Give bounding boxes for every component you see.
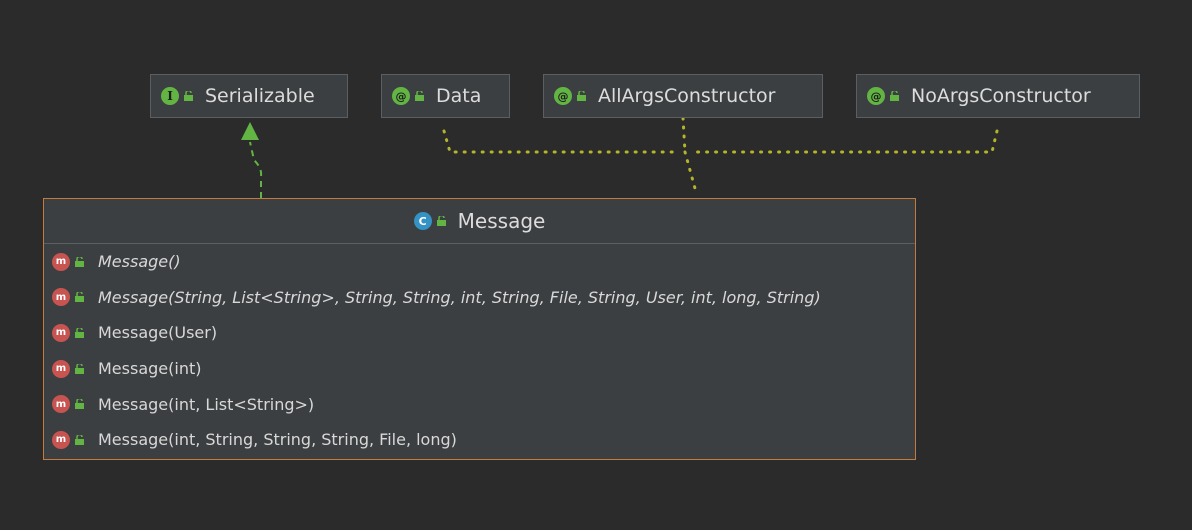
method-row[interactable]: m Message(User) [44, 315, 915, 351]
noargsconstructor-annotation-box[interactable]: @ NoArgsConstructor [856, 74, 1140, 118]
noargs-annotation-link [688, 129, 999, 154]
serializable-interface-box[interactable]: I Serializable [150, 74, 348, 118]
annotation-name: Data [436, 85, 482, 107]
interface-name: Serializable [205, 85, 315, 107]
method-icon: m [52, 359, 70, 378]
message-annotation-link [683, 150, 698, 194]
method-signature: Message(int, List<String>) [98, 394, 315, 414]
class-icon: C [413, 212, 432, 230]
allargs-annotation-link [681, 116, 687, 154]
public-lock-icon [436, 216, 446, 226]
public-lock-icon [75, 434, 84, 445]
public-lock-icon [890, 91, 899, 101]
public-lock-icon [184, 91, 193, 101]
method-row[interactable]: m Message(int, List<String>) [44, 386, 915, 422]
method-icon: m [52, 430, 70, 449]
method-icon: m [52, 395, 70, 414]
public-lock-icon [75, 327, 84, 338]
annotation-links [442, 116, 999, 194]
data-annotation-link [442, 129, 682, 154]
class-header: C Message [44, 199, 915, 244]
method-icon: m [52, 252, 70, 271]
method-row[interactable]: m Message(int) [44, 351, 915, 387]
method-signature: Message() [98, 252, 181, 272]
method-signature: Message(User) [98, 323, 218, 343]
method-icon: m [52, 288, 70, 307]
method-signature: Message(int, String, String, String, Fil… [98, 430, 457, 450]
annotation-icon: @ [867, 87, 885, 105]
method-icon: m [52, 323, 70, 342]
public-lock-icon [75, 399, 84, 410]
method-row[interactable]: m Message(String, List<String>, String, S… [44, 280, 915, 316]
data-annotation-box[interactable]: @ Data [381, 74, 510, 118]
method-signature: Message(String, List<String>, String, St… [98, 287, 821, 307]
method-signature: Message(int) [98, 359, 202, 379]
method-row[interactable]: m Message(int, String, String, String, Fi… [44, 422, 915, 458]
class-name: Message [457, 209, 546, 233]
public-lock-icon [75, 363, 84, 374]
public-lock-icon [415, 91, 424, 101]
annotation-icon: @ [554, 87, 572, 105]
interface-icon: I [161, 87, 179, 105]
public-lock-icon [75, 256, 84, 267]
implements-arrow-line [249, 141, 263, 198]
public-lock-icon [577, 91, 586, 101]
method-list: m Message() m Message(String, List<String>,… [44, 244, 915, 458]
annotation-name: NoArgsConstructor [911, 85, 1091, 107]
public-lock-icon [75, 292, 84, 303]
annotation-name: AllArgsConstructor [598, 85, 776, 107]
method-row[interactable]: m Message() [44, 244, 915, 280]
implements-arrow-head [241, 122, 259, 140]
allargsconstructor-annotation-box[interactable]: @ AllArgsConstructor [543, 74, 823, 118]
annotation-icon: @ [392, 87, 410, 105]
message-class-box[interactable]: C Message m Message() m Message(String, Lis… [43, 198, 916, 460]
